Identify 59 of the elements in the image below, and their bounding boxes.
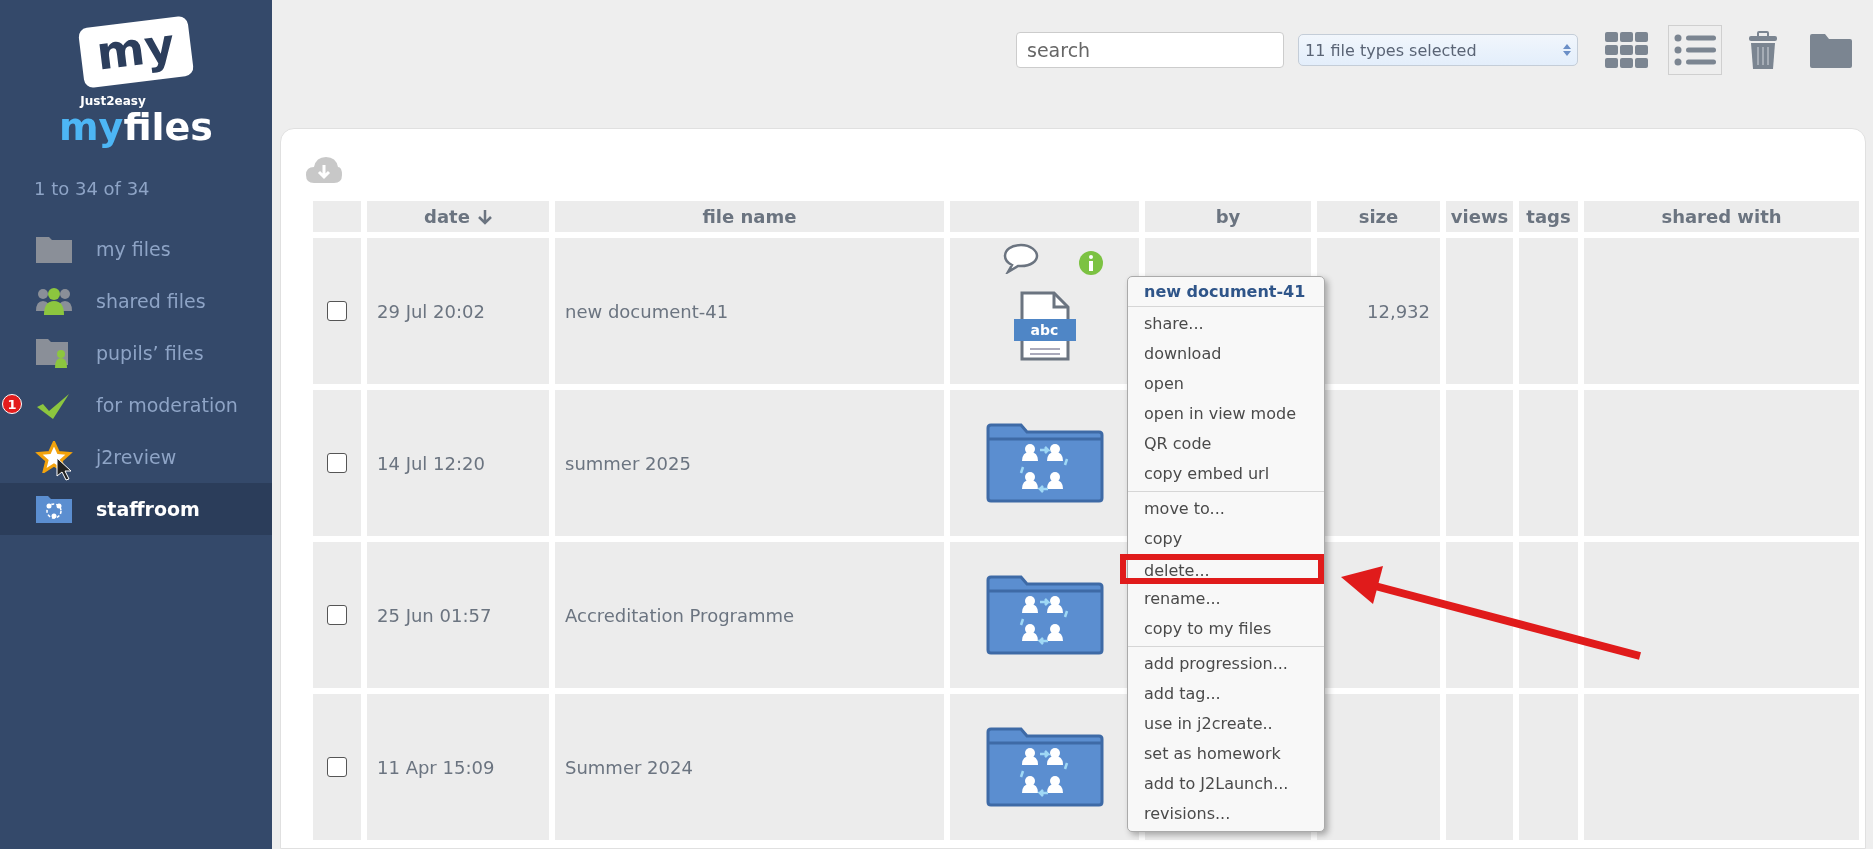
dropdown-arrows-icon bbox=[1563, 44, 1571, 56]
column-header[interactable]: tags bbox=[1519, 201, 1578, 232]
menu-item[interactable]: add tag... bbox=[1128, 679, 1324, 709]
menu-item[interactable]: use in j2create.. bbox=[1128, 709, 1324, 739]
menu-item[interactable]: copy bbox=[1128, 524, 1324, 554]
shared-folder-icon bbox=[34, 493, 74, 525]
date-cell: 25 Jun 01:57 bbox=[367, 542, 549, 688]
menu-item[interactable]: set as homework bbox=[1128, 739, 1324, 769]
menu-item[interactable]: rename... bbox=[1128, 584, 1324, 614]
row-checkbox[interactable] bbox=[327, 301, 347, 321]
file-name-cell[interactable]: new document-41 bbox=[555, 238, 944, 384]
grid-icon bbox=[1605, 30, 1649, 70]
date-cell: 29 Jul 20:02 bbox=[367, 238, 549, 384]
column-header[interactable]: file name bbox=[555, 201, 944, 232]
column-header[interactable]: date bbox=[367, 201, 549, 232]
file-type-select[interactable]: 11 file types selected bbox=[1298, 34, 1578, 66]
menu-item[interactable]: copy embed url bbox=[1128, 459, 1324, 489]
shared-folder-icon bbox=[984, 423, 1105, 503]
sidebar-item[interactable]: j2review bbox=[0, 431, 272, 483]
file-name-cell[interactable]: Summer 2024 bbox=[555, 694, 944, 840]
row-checkbox[interactable] bbox=[327, 757, 347, 777]
sidebar-item[interactable]: 1 for moderation bbox=[0, 379, 272, 431]
sidebar-item[interactable]: shared files bbox=[0, 275, 272, 327]
info-icon[interactable] bbox=[1078, 250, 1104, 276]
logo-badge: my bbox=[77, 15, 195, 89]
speech-bubble-icon[interactable] bbox=[1002, 242, 1040, 274]
search-field[interactable]: search bbox=[1016, 32, 1284, 68]
item-count: 1 to 34 of 34 bbox=[33, 177, 151, 201]
menu-item[interactable]: delete... bbox=[1120, 554, 1324, 584]
size-cell: 12,932 bbox=[1317, 238, 1440, 384]
menu-item[interactable]: open in view mode bbox=[1128, 399, 1324, 429]
menu-item[interactable]: move to... bbox=[1128, 494, 1324, 524]
menu-item[interactable]: add progression... bbox=[1128, 649, 1324, 679]
menu-item[interactable]: QR code bbox=[1128, 429, 1324, 459]
sidebar-item[interactable]: staffroom bbox=[0, 483, 272, 535]
row-checkbox[interactable] bbox=[327, 453, 347, 473]
cloud-download-icon[interactable] bbox=[305, 155, 343, 185]
sidebar-item[interactable]: pupils’ files bbox=[0, 327, 272, 379]
shared-folder-icon bbox=[984, 575, 1105, 655]
column-header[interactable]: size bbox=[1317, 201, 1440, 232]
menu-item[interactable]: revisions... bbox=[1128, 799, 1324, 829]
list-view-button[interactable] bbox=[1668, 25, 1722, 75]
brand-tagline: Just2easy bbox=[80, 94, 146, 108]
row-checkbox[interactable] bbox=[327, 605, 347, 625]
menu-item[interactable]: copy to my files bbox=[1128, 614, 1324, 644]
notification-badge: 1 bbox=[2, 394, 22, 414]
shared-folder-icon bbox=[984, 727, 1105, 807]
brand-name: myfiles bbox=[59, 108, 213, 146]
menu-item[interactable]: add to J2Launch... bbox=[1128, 769, 1324, 799]
sidebar-item[interactable]: my files bbox=[0, 223, 272, 275]
file-name-cell[interactable]: summer 2025 bbox=[555, 390, 944, 536]
date-cell: 11 Apr 15:09 bbox=[367, 694, 549, 840]
people-icon bbox=[34, 285, 74, 317]
column-header[interactable]: by bbox=[1145, 201, 1311, 232]
column-header[interactable]: views bbox=[1446, 201, 1513, 232]
file-name-cell[interactable]: Accreditation Programme bbox=[555, 542, 944, 688]
menu-title: new document-41 bbox=[1128, 277, 1324, 307]
date-cell: 14 Jul 12:20 bbox=[367, 390, 549, 536]
column-header[interactable]: shared with bbox=[1584, 201, 1859, 232]
